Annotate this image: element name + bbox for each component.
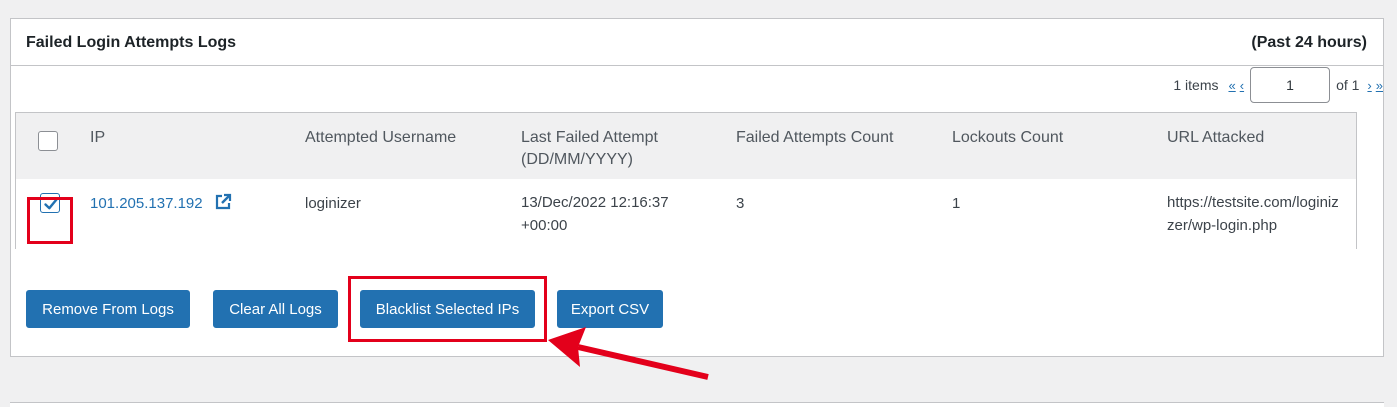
remove-from-logs-button[interactable]: Remove From Logs [26, 290, 190, 328]
cell-lockouts: 1 [952, 195, 961, 212]
cell-last-attempt-line1: 13/Dec/2022 12:16:37 [521, 194, 669, 211]
export-csv-button[interactable]: Export CSV [557, 290, 663, 328]
panel-title: Failed Login Attempts Logs [26, 34, 237, 51]
cell-url-line1: https://testsite.com/loginiz [1167, 194, 1339, 211]
column-header-last-attempt: Last Failed Attempt (DD/MM/YYYY) [521, 127, 658, 171]
panel-header: Failed Login Attempts Logs (Past 24 hour… [11, 19, 1383, 66]
cell-url: https://testsite.com/loginiz zer/wp-logi… [1167, 191, 1357, 237]
column-header-url: URL Attacked [1167, 129, 1265, 146]
cell-failed-count: 3 [736, 195, 745, 212]
pagination: 1 items « ‹ of 1 › » [1173, 67, 1385, 103]
total-pages: of 1 [1336, 77, 1360, 93]
items-count: 1 items [1173, 77, 1219, 93]
next-page-link[interactable]: › [1367, 78, 1371, 93]
cell-last-attempt: 13/Dec/2022 12:16:37 +00:00 [521, 191, 669, 237]
column-header-username: Attempted Username [305, 129, 457, 146]
cell-last-attempt-line2: +00:00 [521, 217, 568, 234]
prev-page-link[interactable]: ‹ [1240, 78, 1244, 93]
last-page-link[interactable]: » [1376, 78, 1383, 93]
ip-link[interactable]: 101.205.137.192 [90, 195, 203, 212]
cell-url-line2: zer/wp-login.php [1167, 217, 1278, 234]
checkbox-highlight-box [27, 197, 73, 244]
select-all-checkbox[interactable] [38, 131, 58, 151]
cell-username: loginizer [305, 195, 361, 212]
clear-all-logs-button[interactable]: Clear All Logs [213, 290, 338, 328]
panel-range: (Past 24 hours) [1251, 34, 1367, 51]
first-page-link[interactable]: « [1228, 78, 1235, 93]
column-header-ip: IP [90, 129, 106, 146]
arrow-annotation-icon [548, 327, 709, 380]
cell-ip: 101.205.137.192 [90, 192, 203, 215]
table-row: 101.205.137.192 loginizer 13/Dec/2022 12… [16, 179, 1356, 249]
button-highlight-box [348, 276, 547, 342]
column-header-last-attempt-line1: Last Failed Attempt [521, 129, 658, 146]
current-page-input[interactable] [1250, 67, 1331, 103]
logs-table: IP Attempted Username Last Failed Attemp… [15, 112, 1357, 249]
table-header: IP Attempted Username Last Failed Attemp… [16, 113, 1356, 179]
external-link-icon[interactable] [214, 193, 232, 211]
column-header-failed-count: Failed Attempts Count [736, 129, 894, 146]
next-panel-edge [10, 402, 1384, 407]
column-header-last-attempt-line2: (DD/MM/YYYY) [521, 151, 633, 168]
column-header-lockouts: Lockouts Count [952, 129, 1064, 146]
